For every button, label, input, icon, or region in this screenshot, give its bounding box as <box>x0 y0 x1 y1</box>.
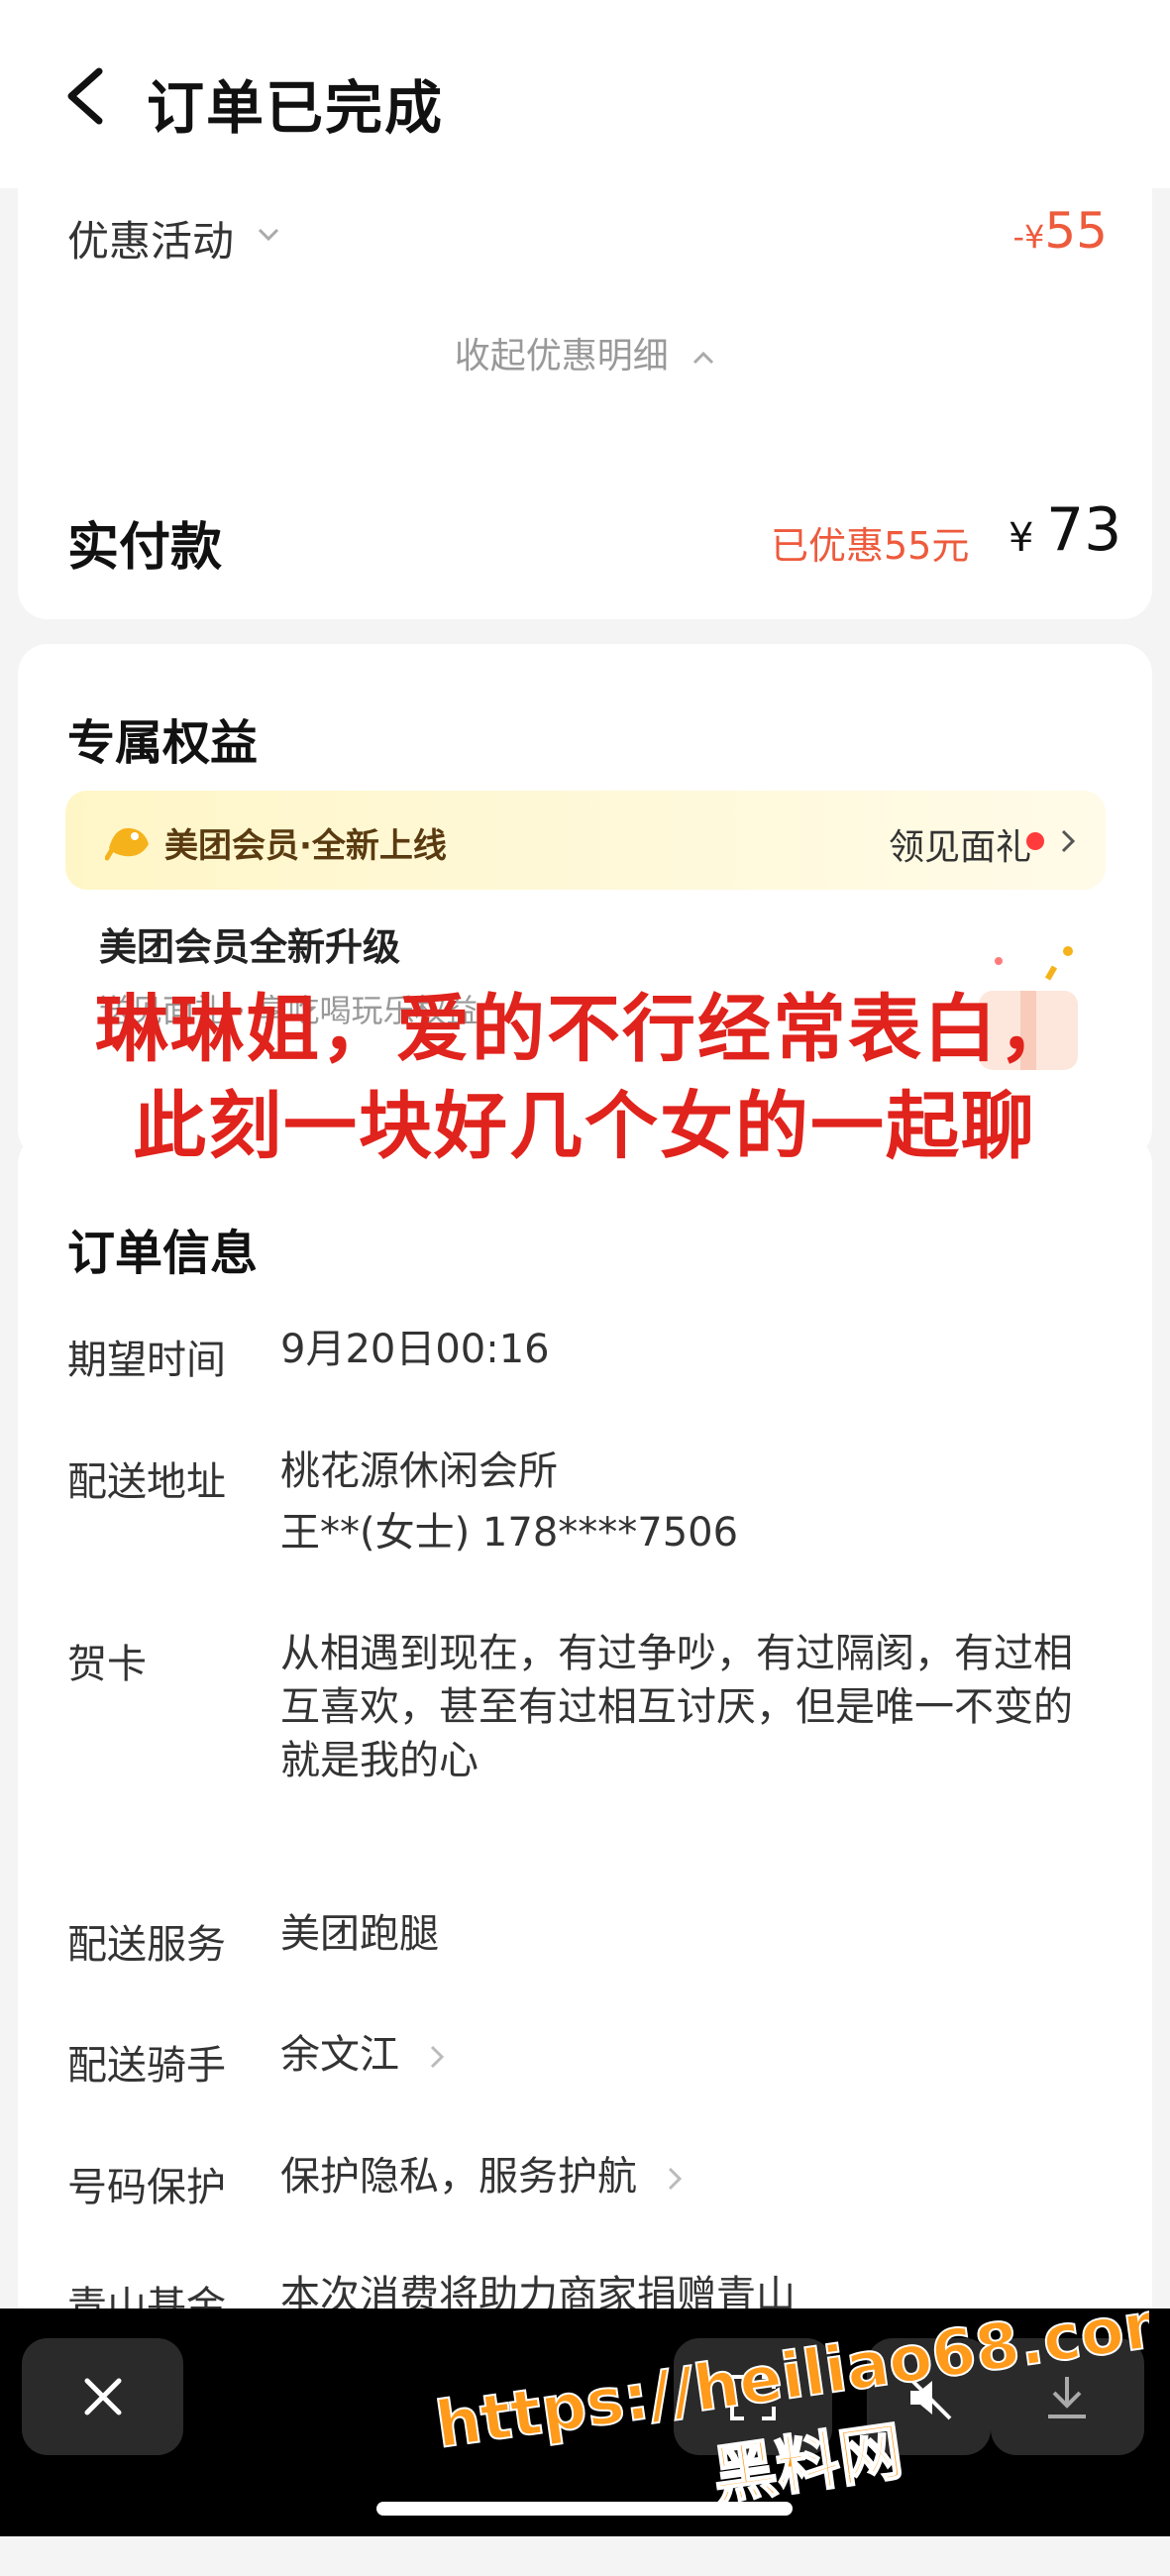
paid-amount: 73 <box>1046 495 1122 565</box>
top-bar: 订单已完成 <box>0 0 1170 188</box>
address-label: 配送地址 <box>67 1459 226 1505</box>
delivery-service-label: 配送服务 <box>67 1922 226 1968</box>
payment-summary-card: 优惠活动 -¥55 收起优惠明细 实付款 已优惠55元 ¥ 73 <box>18 178 1152 619</box>
address-value: 桃花源休闲会所 <box>280 1449 558 1494</box>
chevron-up-icon <box>693 351 714 365</box>
number-protection-row[interactable]: 保护隐私，服务护航 <box>280 2150 682 2203</box>
expected-time-label: 期望时间 <box>67 1338 226 1383</box>
overlay-caption: 琳琳姐，爱的不行经常表白，此刻一块好几个女的一起聊 <box>95 987 1074 1169</box>
member-banner[interactable]: 美团会员·全新上线 领见面礼 <box>65 791 1106 890</box>
expected-time-value: 9月20日00:16 <box>280 1327 550 1372</box>
chevron-right-icon <box>1061 829 1076 853</box>
discount-prefix: -¥ <box>1012 218 1045 256</box>
notification-dot <box>1026 832 1044 850</box>
upgrade-title: 美团会员全新升级 <box>99 925 401 969</box>
benefits-title: 专属权益 <box>67 715 259 771</box>
collapse-link-label: 收起优惠明细 <box>454 336 669 376</box>
discount-amount: -¥55 <box>1012 202 1108 260</box>
number-protection-value: 保护隐私，服务护航 <box>280 2154 637 2200</box>
recipient-value: 王**(女士) 178****7506 <box>280 1510 739 1556</box>
rider-name: 余文江 <box>280 2032 399 2078</box>
close-button[interactable] <box>22 2338 183 2455</box>
watermark-name: 黑料网 <box>708 2415 906 2514</box>
discount-value: 55 <box>1044 202 1108 260</box>
currency-symbol: ¥ <box>1009 515 1034 561</box>
paid-label: 实付款 <box>67 518 223 578</box>
close-icon <box>84 2378 122 2415</box>
order-info-card: 订单信息 期望时间 9月20日00:16 配送地址 桃花源休闲会所 王**(女士… <box>18 1134 1152 2353</box>
page-title: 订单已完成 <box>147 74 445 142</box>
kangaroo-logo-icon <box>105 827 149 861</box>
discount-label[interactable]: 优惠活动 <box>67 208 234 268</box>
order-info-title: 订单信息 <box>67 1226 259 1281</box>
chevron-down-icon[interactable] <box>256 226 281 244</box>
rider-row[interactable]: 余文江 <box>280 2028 444 2082</box>
saved-amount-text: 已优惠55元 <box>771 524 970 568</box>
delivery-service-value: 美团跑腿 <box>280 1911 439 1957</box>
chevron-right-icon <box>430 2045 444 2069</box>
chevron-right-icon <box>668 2167 682 2191</box>
back-arrow-icon[interactable] <box>59 61 119 131</box>
collapse-discount-link[interactable]: 收起优惠明细 <box>18 327 1152 378</box>
gift-link-text[interactable]: 领见面礼 <box>889 818 1031 870</box>
greeting-card-label: 贺卡 <box>67 1642 147 1687</box>
number-protection-label: 号码保护 <box>67 2165 226 2210</box>
rider-label: 配送骑手 <box>67 2043 226 2089</box>
site-watermark: https://heiliao68.com 黑料网 <box>436 2284 1149 2516</box>
member-banner-text: 美团会员·全新上线 <box>164 826 447 866</box>
greeting-card-text: 从相遇到现在，有过争吵，有过隔阂，有过相互喜欢，甚至有过相互讨厌，但是唯一不变的… <box>280 1631 1073 1783</box>
